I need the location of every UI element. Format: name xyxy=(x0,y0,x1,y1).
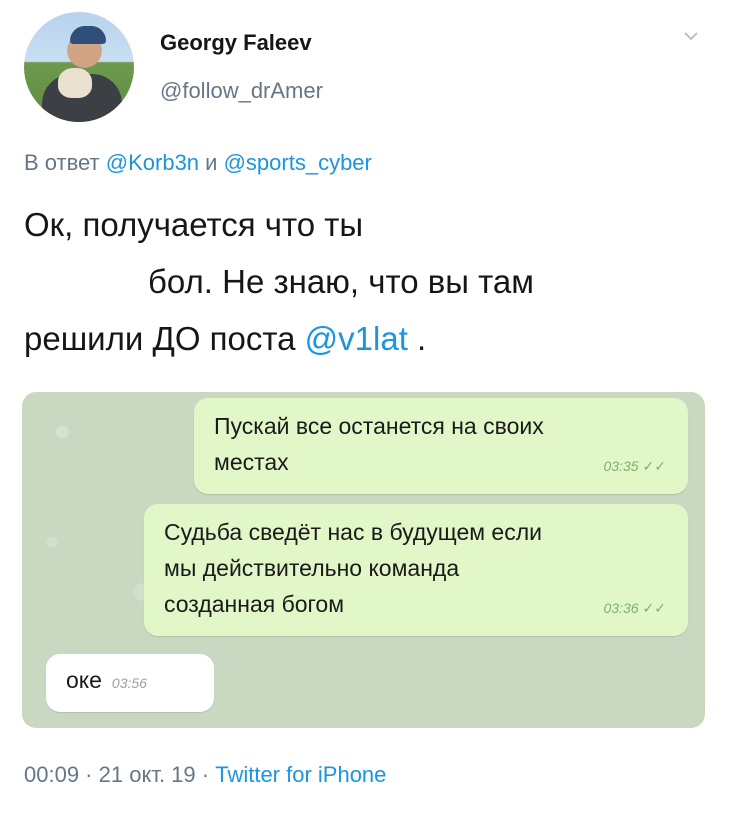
reply-mention-2[interactable]: @sports_cyber xyxy=(224,150,372,175)
message-timestamp: 03:35 xyxy=(603,458,639,474)
chat-bubble-incoming: оке 03:56 xyxy=(46,654,214,712)
chat-screenshot-image[interactable]: Пускай все останется на своих местах 03:… xyxy=(22,392,705,728)
tweet-meta: 00:09 · 21 окт. 19 · Twitter for iPhone xyxy=(24,762,386,788)
chat-message-line: созданная богом xyxy=(164,591,345,617)
author-name[interactable]: Georgy Faleev xyxy=(160,30,312,56)
meta-separator: · xyxy=(195,762,216,787)
message-time: 03:35 ✓✓ xyxy=(603,448,666,484)
reply-conjunction: и xyxy=(205,150,218,175)
tweet-line-2: бол. Не знаю, что вы там xyxy=(148,263,534,300)
tweet-text: Ок, получается что ты бол. Не знаю, что … xyxy=(24,196,704,367)
chat-message-line: мы действительно команда xyxy=(164,555,460,581)
tweet-time[interactable]: 00:09 xyxy=(24,762,79,787)
chat-bubble-outgoing-1: Пускай все останется на своих местах 03:… xyxy=(194,398,688,494)
reply-mention-1[interactable]: @Korb3n xyxy=(106,150,199,175)
meta-separator: · xyxy=(79,762,99,787)
double-check-icon: ✓✓ xyxy=(642,458,666,474)
author-handle[interactable]: @follow_drAmer xyxy=(160,78,323,104)
tweet-source[interactable]: Twitter for iPhone xyxy=(215,762,386,787)
tweet-date[interactable]: 21 окт. 19 xyxy=(99,762,196,787)
chat-message-line: Судьба сведёт нас в будущем если xyxy=(164,519,542,545)
tweet-mention[interactable]: @v1lat xyxy=(305,320,408,357)
avatar-cap xyxy=(70,26,106,44)
chat-message-line: местах xyxy=(214,449,289,475)
tweet-line-3-end: . xyxy=(407,320,427,357)
author-avatar[interactable] xyxy=(24,12,134,122)
chat-message-line: Пускай все останется на своих xyxy=(214,413,544,439)
tweet-line-3: решили ДО поста @v1lat . xyxy=(24,310,704,367)
message-time: 03:36 ✓✓ xyxy=(603,590,666,626)
double-check-icon: ✓✓ xyxy=(642,600,666,616)
tweet-line-3-text: решили ДО поста xyxy=(24,320,296,357)
message-timestamp: 03:56 xyxy=(111,675,147,691)
reply-prefix: В ответ xyxy=(24,150,100,175)
avatar-dog xyxy=(58,68,92,98)
chat-message-text: оке xyxy=(66,667,102,693)
chevron-down-icon[interactable] xyxy=(683,28,699,44)
chat-bubble-outgoing-2: Судьба сведёт нас в будущем если мы дейс… xyxy=(144,504,688,636)
tweet-line-1: Ок, получается что ты xyxy=(24,206,364,243)
reply-context: В ответ @Korb3n и @sports_cyber xyxy=(24,150,372,176)
message-timestamp: 03:36 xyxy=(603,600,639,616)
